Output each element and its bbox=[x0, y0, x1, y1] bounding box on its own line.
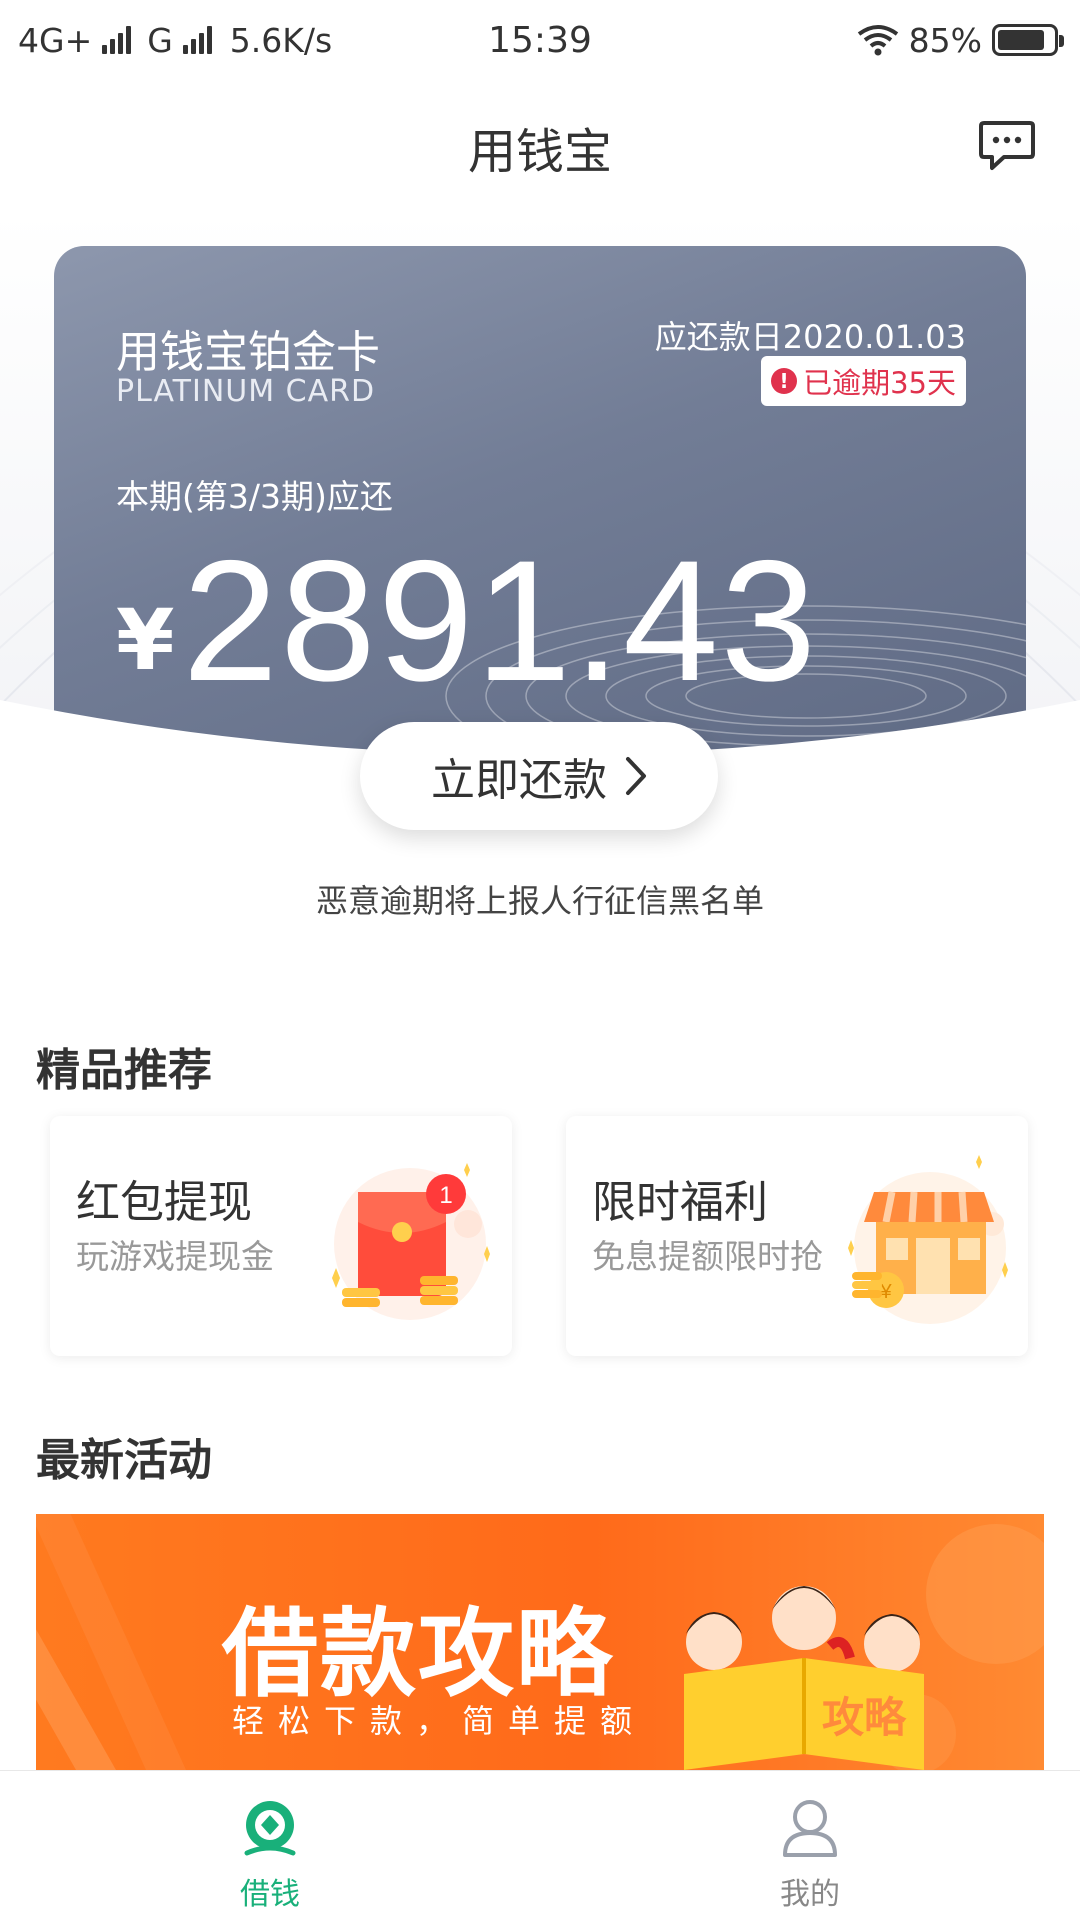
signal-icon bbox=[102, 26, 132, 54]
status-left: 4G+ G 5.6K/s bbox=[18, 21, 332, 60]
bottom-tab-bar: 借钱 我的 bbox=[0, 1770, 1080, 1920]
signal-icon-secondary bbox=[182, 26, 212, 54]
network-type-secondary: G bbox=[147, 20, 173, 60]
tab-mine[interactable]: 我的 bbox=[540, 1771, 1080, 1920]
battery-fill bbox=[998, 30, 1044, 50]
page-title: 用钱宝 bbox=[467, 124, 612, 180]
banner-subtitle: 轻松下款，简单提额 bbox=[232, 1702, 647, 1740]
chat-bubble-icon[interactable] bbox=[978, 120, 1036, 172]
status-bar: 4G+ G 5.6K/s 15:39 85% bbox=[0, 0, 1080, 80]
due-date: 应还款日2020.01.03 bbox=[654, 318, 966, 356]
red-envelope-icon: 1 bbox=[332, 1163, 490, 1320]
overdue-badge: ! 已逾期35天 bbox=[761, 356, 966, 406]
period-label: 本期(第3/3期)应还 bbox=[116, 477, 393, 516]
network-speed: 5.6K/s bbox=[229, 20, 333, 60]
people-reading-icon: 攻略 bbox=[684, 1586, 924, 1770]
section-title-recommend: 精品推荐 bbox=[36, 1045, 212, 1096]
banner-book-text: 攻略 bbox=[822, 1693, 907, 1742]
user-icon bbox=[783, 1800, 837, 1857]
repay-button-label: 立即还款 bbox=[431, 755, 607, 806]
promo-subtitle: 玩游戏提现金 bbox=[76, 1237, 274, 1276]
banner-title: 借款攻略 bbox=[222, 1598, 614, 1710]
promo-title: 红包提现 bbox=[76, 1177, 252, 1228]
status-right: 85% bbox=[857, 20, 1064, 60]
chevron-right-icon bbox=[626, 757, 646, 795]
tab-borrow[interactable]: 借钱 bbox=[0, 1771, 540, 1920]
promo-card-red-envelope[interactable]: 红包提现 玩游戏提现金 1 bbox=[50, 1116, 512, 1356]
section-title-activities: 最新活动 bbox=[36, 1435, 212, 1486]
notification-badge: 1 bbox=[439, 1182, 452, 1209]
tab-label: 借钱 bbox=[240, 1877, 300, 1912]
coin-icon bbox=[244, 1801, 296, 1856]
store-icon: ¥ bbox=[848, 1155, 1008, 1324]
tab-label: 我的 bbox=[780, 1877, 840, 1912]
card-name: 用钱宝铂金卡 bbox=[116, 327, 380, 378]
app-header: 用钱宝 bbox=[0, 90, 1080, 200]
repay-now-button[interactable]: 立即还款 bbox=[360, 722, 718, 830]
wifi-icon bbox=[857, 25, 898, 56]
battery-percent: 85% bbox=[908, 20, 982, 60]
alert-icon: ! bbox=[771, 368, 798, 394]
promo-title: 限时福利 bbox=[592, 1177, 768, 1228]
overdue-text: 已逾期35天 bbox=[803, 366, 956, 400]
promo-card-limited-offer[interactable]: 限时福利 免息提额限时抢 ¥ bbox=[566, 1116, 1028, 1356]
activity-banner[interactable]: 借款攻略 轻松下款，简单提额 攻略 bbox=[36, 1514, 1044, 1770]
promo-subtitle: 免息提额限时抢 bbox=[592, 1237, 823, 1276]
battery-icon bbox=[992, 24, 1064, 56]
network-type: 4G+ bbox=[18, 20, 93, 60]
card-subtitle: PLATINUM CARD bbox=[116, 374, 376, 409]
overdue-warning: 恶意逾期将上报人行征信黑名单 bbox=[315, 882, 764, 920]
